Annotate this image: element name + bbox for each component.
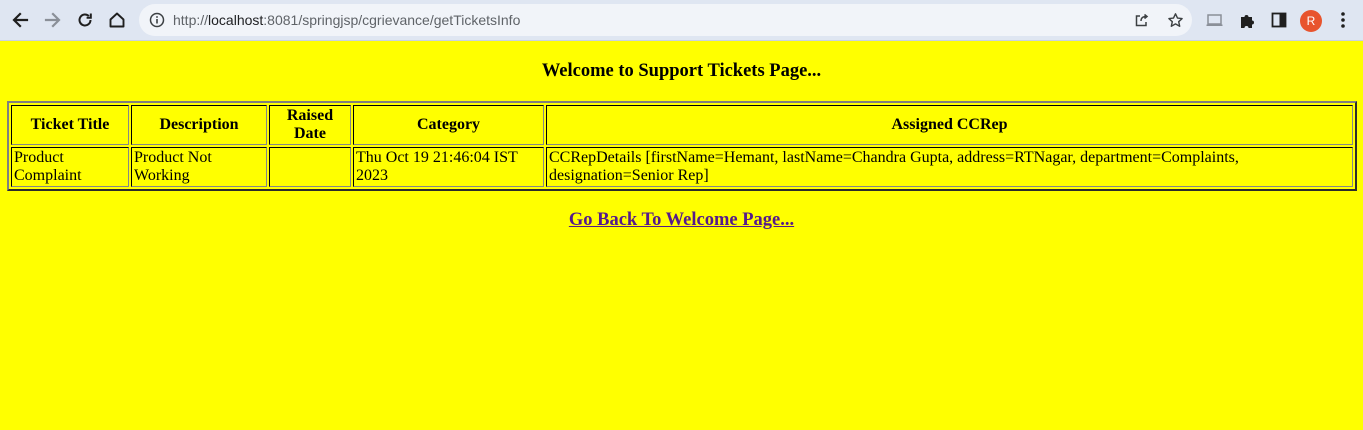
share-icon	[1135, 13, 1149, 27]
back-button[interactable]	[6, 6, 34, 34]
page-title: Welcome to Support Tickets Page...	[541, 61, 822, 81]
column-header-description: Description	[131, 105, 267, 145]
kebab-menu-icon	[1341, 12, 1345, 28]
cell-description: Product Not Working	[131, 147, 267, 187]
url-host: localhost	[208, 12, 264, 28]
home-button[interactable]	[103, 6, 131, 34]
cell-raised-date	[269, 147, 351, 187]
address-bar[interactable]: http://localhost:8081/springjsp/cgrievan…	[139, 4, 1192, 36]
column-header-raised-date: Raised Date	[269, 105, 351, 145]
reload-button[interactable]	[71, 6, 99, 34]
back-link-container: Go Back To Welcome Page...	[0, 210, 1363, 231]
profile-avatar[interactable]: R	[1300, 10, 1322, 32]
home-icon	[109, 12, 125, 28]
column-header-category: Category	[353, 105, 544, 145]
url-text[interactable]: http://localhost:8081/springjsp/cgrievan…	[173, 4, 520, 36]
url-prefix: http://	[173, 12, 209, 28]
cell-assigned-ccrep: CCRepDetails [firstName=Hemant, lastName…	[546, 147, 1353, 187]
puzzle-icon	[1240, 14, 1254, 28]
cast-button[interactable]	[1205, 10, 1225, 30]
extensions-button[interactable]	[1237, 10, 1257, 30]
share-button[interactable]	[1132, 10, 1152, 30]
cell-ticket-title: Product Complaint	[11, 147, 129, 187]
menu-button[interactable]	[1333, 10, 1353, 30]
cast-icon	[1206, 14, 1223, 26]
star-icon	[1167, 12, 1183, 27]
reload-icon	[78, 13, 92, 27]
column-header-ticket-title: Ticket Title	[11, 105, 129, 145]
forward-button[interactable]	[39, 6, 67, 34]
side-panel-icon	[1271, 12, 1287, 28]
column-header-assigned-ccrep: Assigned CCRep	[546, 105, 1353, 145]
arrow-right-icon	[44, 12, 61, 28]
cell-category: Thu Oct 19 21:46:04 IST 2023	[353, 147, 544, 187]
tickets-table: Ticket Title Description Raised Date Cat…	[7, 101, 1357, 191]
side-panel-button[interactable]	[1269, 10, 1289, 30]
table-header-row: Ticket Title Description Raised Date Cat…	[11, 105, 1353, 145]
go-back-link[interactable]: Go Back To Welcome Page...	[569, 210, 794, 230]
browser-toolbar: http://localhost:8081/springjsp/cgrievan…	[0, 0, 1363, 41]
arrow-left-icon	[12, 12, 29, 28]
url-path: :8081/springjsp/cgrievance/getTicketsInf…	[263, 12, 521, 28]
table-row: Product Complaint Product Not Working Th…	[11, 147, 1353, 187]
info-icon[interactable]	[149, 12, 165, 28]
bookmark-button[interactable]	[1165, 10, 1185, 30]
